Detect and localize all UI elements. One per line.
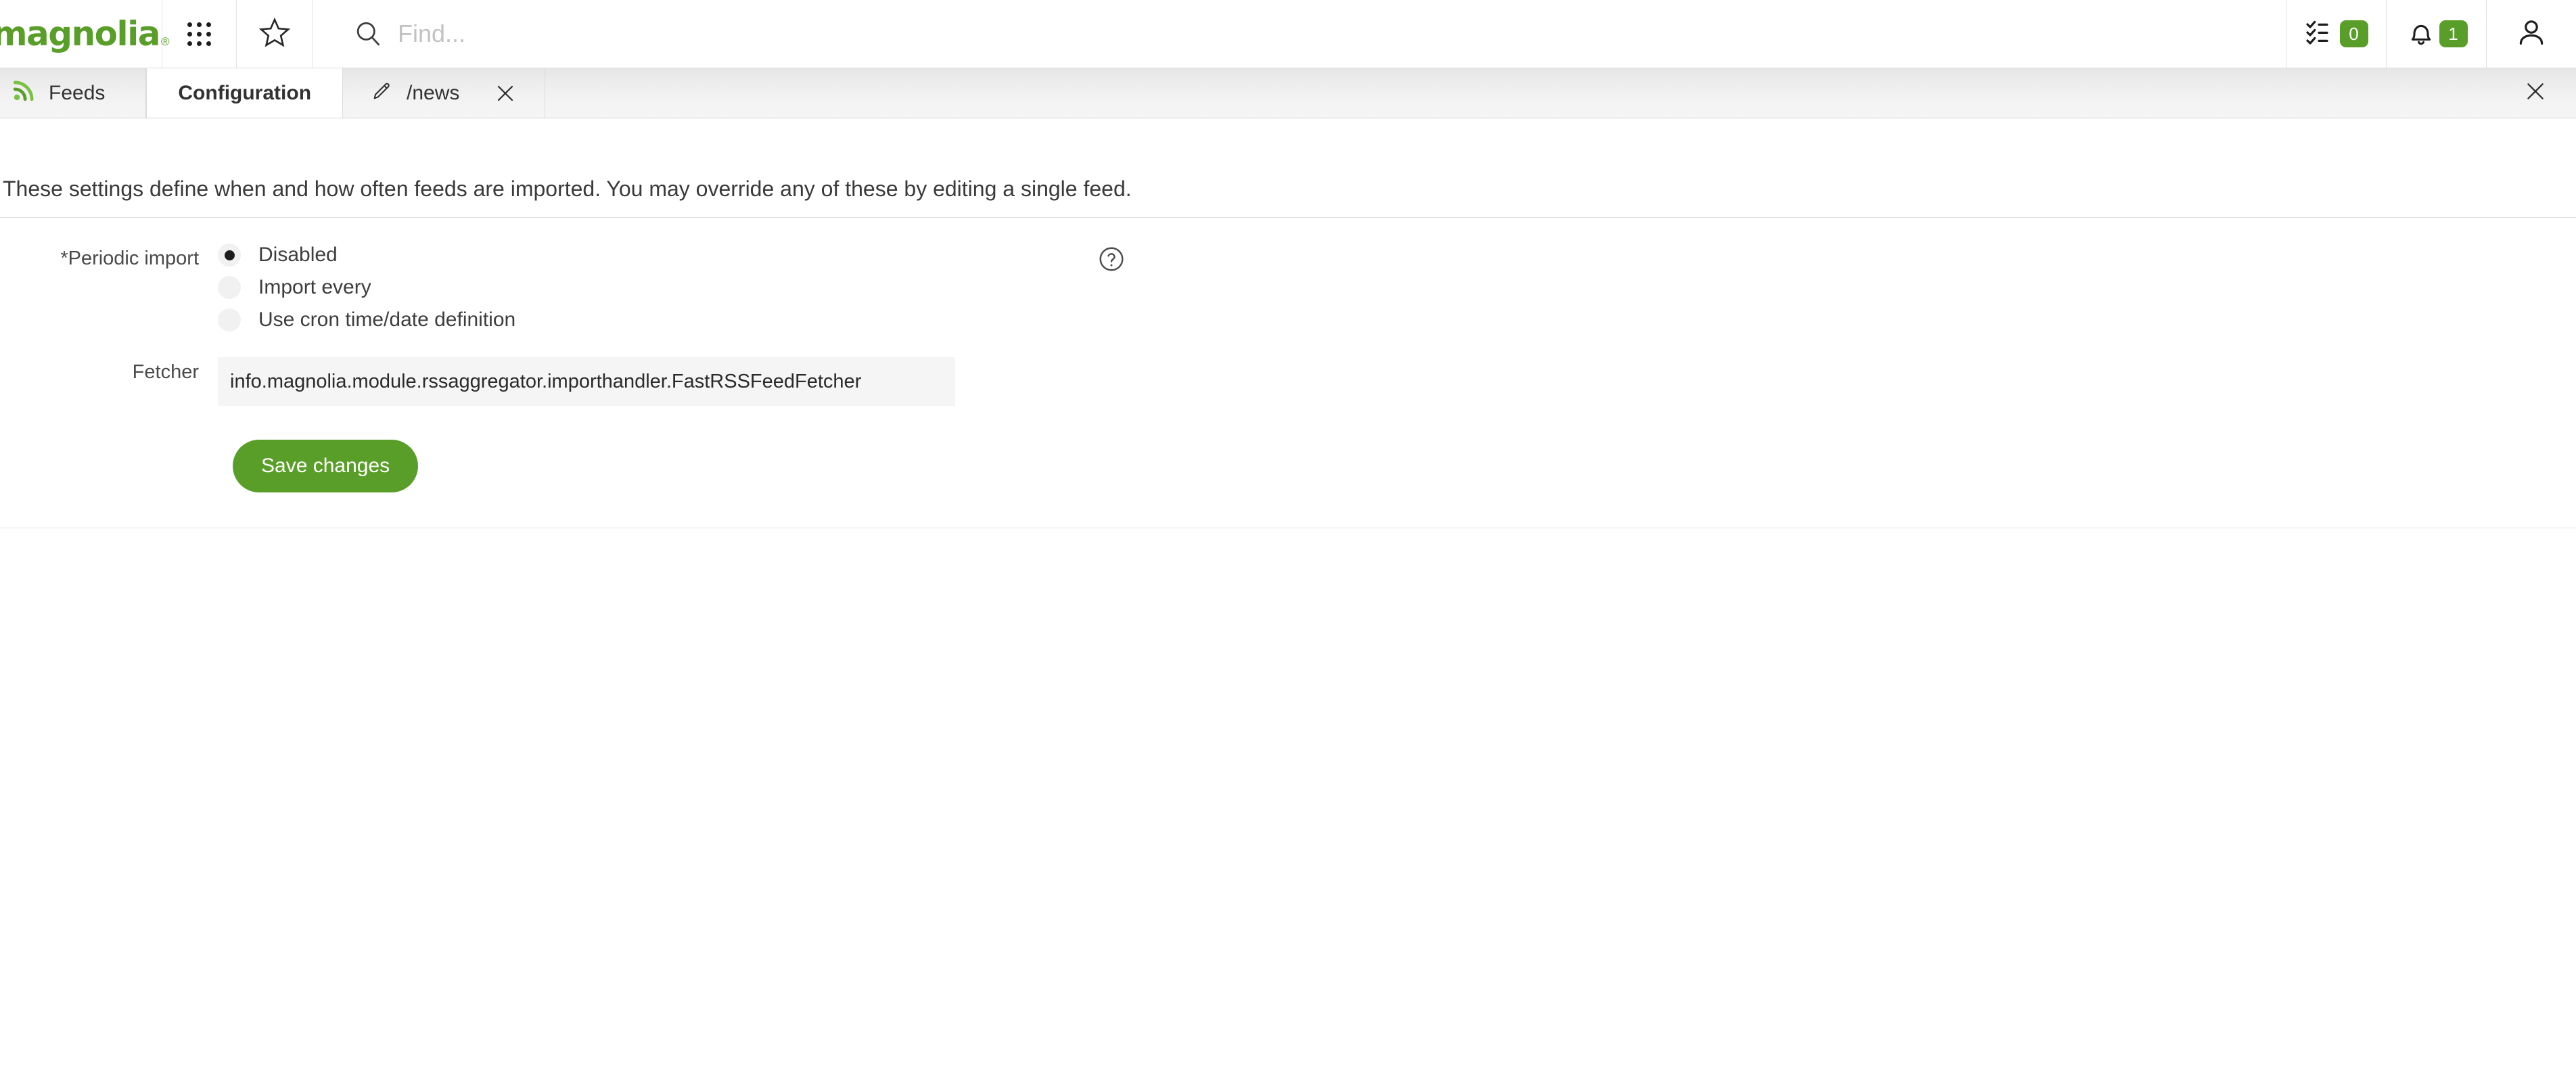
bell-icon	[2406, 17, 2437, 51]
pencil-edit-icon	[371, 80, 393, 107]
tab-configuration[interactable]: Configuration	[146, 68, 344, 118]
field-fetcher: Fetcher	[0, 331, 2576, 406]
tasks-count-badge: 0	[2339, 20, 2368, 47]
radio-option-cron[interactable]: Use cron time/date definition	[218, 308, 515, 331]
user-menu-button[interactable]	[2487, 0, 2576, 68]
radio-option-disabled[interactable]: Disabled	[218, 244, 515, 267]
notifications-button[interactable]: 1	[2387, 0, 2487, 68]
help-question-icon[interactable]	[1097, 245, 1126, 273]
radio-cron-mark[interactable]	[218, 308, 241, 331]
tab-news-close-icon[interactable]	[495, 83, 516, 104]
radio-option-import-every[interactable]: Import every	[218, 276, 515, 299]
periodic-import-label: *Periodic import	[60, 248, 199, 269]
settings-form: *Periodic import Disabled Import every U…	[0, 218, 2576, 492]
main-content: These settings define when and how often…	[0, 118, 2576, 528]
radio-import-every-mark[interactable]	[218, 276, 241, 299]
search-icon	[353, 19, 383, 49]
fetcher-input[interactable]	[218, 357, 955, 406]
notifications-count-badge: 1	[2439, 20, 2468, 47]
fetcher-label: Fetcher	[132, 361, 199, 383]
logo-wordmark: magnolia	[0, 14, 161, 53]
user-avatar-icon	[2515, 16, 2548, 52]
tab-news-label: /news	[407, 81, 460, 104]
grid-apps-icon	[187, 22, 211, 46]
tasks-button[interactable]: 0	[2286, 0, 2387, 68]
close-icon	[2524, 80, 2547, 106]
save-changes-button[interactable]: Save changes	[233, 440, 419, 492]
tab-configuration-label: Configuration	[178, 81, 312, 104]
tasks-checklist-icon	[2305, 16, 2337, 52]
magnolia-logo[interactable]: magnolia ®	[0, 0, 170, 68]
page-description: These settings define when and how often…	[3, 177, 1132, 201]
top-header-bar: magnolia ® Find... 0 1	[0, 0, 2576, 68]
form-actions: Save changes	[0, 406, 2576, 492]
star-icon	[258, 16, 291, 52]
periodic-import-radio-group: Disabled Import every Use cron time/date…	[218, 244, 515, 331]
field-periodic-import: *Periodic import Disabled Import every U…	[0, 218, 2576, 331]
radio-disabled-mark[interactable]	[218, 244, 241, 267]
tab-bar: Feeds Configuration /news	[0, 68, 2576, 118]
tab-bar-spacer	[545, 68, 2495, 118]
close-app-button[interactable]	[2495, 68, 2576, 118]
tab-feeds[interactable]: Feeds	[0, 68, 147, 118]
apps-launcher-button[interactable]	[162, 0, 237, 68]
search-input[interactable]	[398, 20, 2286, 48]
tab-feeds-label: Feeds	[49, 81, 106, 104]
radio-cron-label: Use cron time/date definition	[258, 308, 516, 331]
global-search[interactable]	[313, 0, 2286, 68]
rss-feed-icon	[12, 79, 35, 108]
favorites-button[interactable]	[237, 0, 313, 68]
radio-disabled-label: Disabled	[258, 244, 338, 266]
tab-news[interactable]: /news	[343, 68, 546, 118]
radio-import-every-label: Import every	[258, 276, 371, 298]
